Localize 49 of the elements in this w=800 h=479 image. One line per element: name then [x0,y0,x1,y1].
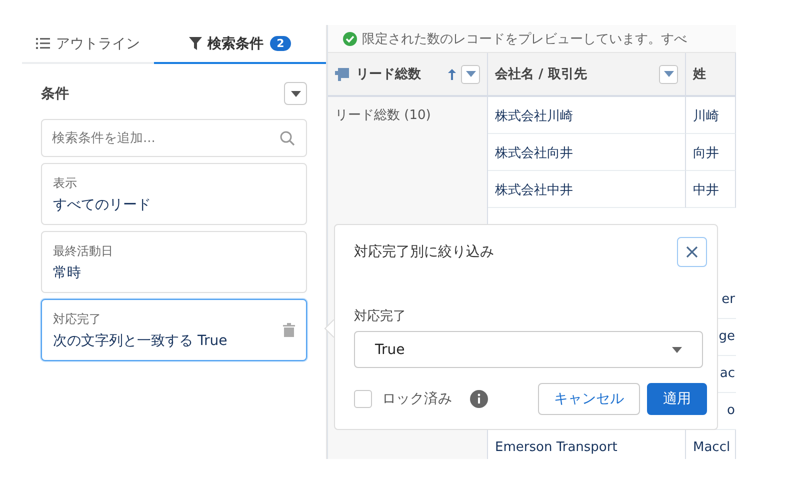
table-cell: 川崎 [686,97,736,134]
column-header[interactable]: 会社名 / 取引先 [488,53,686,97]
filter-card[interactable]: 表示 すべてのリード [41,163,307,225]
caret-icon [672,346,682,352]
check-icon [343,32,357,46]
tab[interactable]: 検索条件 2 [154,25,326,64]
menu-button[interactable] [284,82,307,105]
table-cell: 株式会社中井 [488,171,686,208]
caret-icon [290,90,300,96]
column-menu-button[interactable] [461,64,480,84]
trash-icon[interactable] [283,323,295,337]
filter-card[interactable]: 最終活動日 常時 [41,231,307,293]
popover-title: 対応完了別に絞り込み [354,243,494,261]
caret-icon [664,71,674,77]
column-menu-button[interactable] [659,64,678,84]
column-header[interactable]: 姓 [686,53,736,97]
sort-up-icon [448,68,456,80]
count-badge: 2 [270,36,292,51]
field-label: 対応完了 [354,308,407,325]
close-icon [686,246,698,258]
tab[interactable]: アウトライン [22,25,154,64]
filter-icon [188,37,202,50]
filter-value: 常時 [53,264,82,282]
cancel-button[interactable]: キャンセル [538,383,640,415]
lock-checkbox[interactable] [354,390,372,408]
filter-label: 最終活動日 [53,242,114,260]
checkbox-label: ロック済み [382,390,452,408]
search-field[interactable]: 検索条件を追加... [41,119,307,157]
search-icon [280,131,295,146]
filter-label: 対応完了 [53,310,102,328]
table-cell: 株式会社向井 [488,134,686,171]
value-select[interactable]: True [354,331,703,368]
table-cell: 向井 [686,134,736,171]
column-header[interactable]: リード総数 [328,53,488,97]
group-label: リード総数 (10) [335,108,431,123]
filter-value: すべてのリード [53,196,152,214]
close-button[interactable] [677,237,707,267]
section-title: 条件 [41,84,69,102]
apply-button[interactable]: 適用 [647,383,707,415]
table-cell: 中井 [686,171,736,208]
filter-card[interactable]: 対応完了 次の文字列と一致する True [41,299,307,361]
list-icon [36,38,50,49]
group-icon [335,66,351,82]
caret-icon [466,71,476,77]
table-cell: 株式会社川崎 [488,97,686,134]
filter-value: 次の文字列と一致する True [53,332,228,350]
filter-label: 表示 [53,174,78,192]
notice-text: 限定された数のレコードをプレビューしています。すべ [362,30,687,48]
info-icon[interactable] [470,390,488,408]
